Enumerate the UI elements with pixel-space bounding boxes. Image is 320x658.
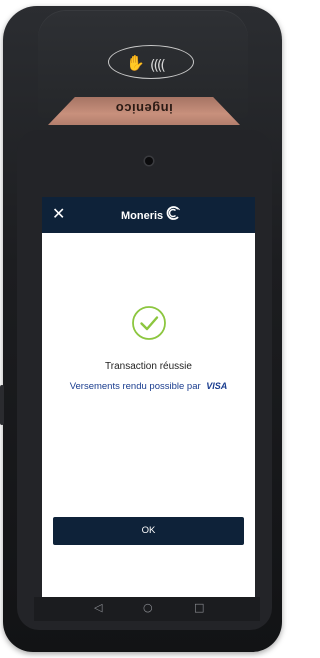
check-circle-icon	[132, 306, 166, 340]
front-camera	[145, 157, 153, 165]
visa-text: Versements rendu possible par	[69, 381, 201, 392]
hand-card-icon: ✋	[126, 54, 145, 72]
screen: ✕ Moneris Transaction réussie Versements…	[42, 197, 255, 597]
payment-terminal: ✋ (((( ingenico ✕ Moneris Transaction ré…	[0, 0, 286, 658]
recent-apps-icon[interactable]: □	[194, 601, 204, 615]
logo-text: Moneris	[121, 210, 164, 222]
visa-logo: VISA	[206, 381, 228, 391]
transaction-status: Transaction réussie	[105, 361, 192, 372]
back-icon[interactable]: ◁	[94, 601, 102, 615]
android-nav-bar: ◁ ○ □	[34, 597, 260, 621]
close-icon[interactable]: ✕	[52, 206, 65, 222]
contactless-icon: ((((	[150, 58, 166, 74]
device-brand: ingenico	[115, 101, 173, 116]
home-icon[interactable]: ○	[143, 601, 153, 615]
side-button	[0, 385, 4, 425]
ok-button[interactable]: OK	[53, 517, 244, 545]
app-bar: ✕ Moneris	[42, 197, 255, 233]
brand-plate: ingenico	[48, 97, 240, 125]
visa-installments-text: Versements rendu possible par VISA	[42, 381, 255, 392]
moneris-mark-icon	[166, 206, 180, 220]
